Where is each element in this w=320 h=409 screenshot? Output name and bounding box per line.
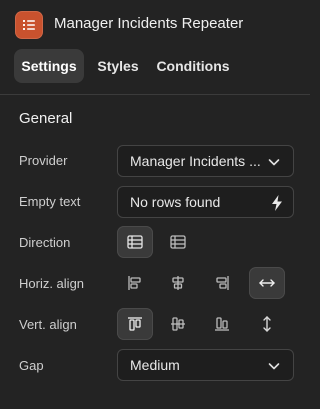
align-center-icon [170,275,186,291]
vert-stretch-button[interactable] [249,308,285,340]
chevron-down-icon [267,359,281,373]
rows-icon [127,235,143,249]
horiz-align-center-button[interactable] [160,267,196,299]
provider-value: Manager Incidents ... [130,153,261,169]
horiz-stretch-button[interactable] [249,267,285,299]
align-bottom-icon [214,316,230,332]
provider-label: Provider [19,153,68,168]
gap-label: Gap [19,358,44,373]
panel-title: Manager Incidents Repeater [54,15,244,32]
horiz-align-left-button[interactable] [117,267,153,299]
tab-styles[interactable]: Styles [90,49,146,83]
direction-rows-button[interactable] [117,226,153,258]
list-icon [15,11,43,39]
vert-align-top-button[interactable] [117,308,153,340]
direction-label: Direction [19,235,71,250]
stretch-horizontal-icon [258,277,276,289]
chevron-down-icon [267,155,281,169]
empty-text-label: Empty text [19,194,81,209]
provider-select[interactable]: Manager Incidents ... [117,145,294,177]
vert-align-label: Vert. align [19,317,77,332]
horiz-align-right-button[interactable] [204,267,240,299]
panel-header: Manager Incidents Repeater [0,0,310,50]
section-title-general: General [19,110,73,127]
horiz-align-label: Horiz. align [19,276,85,291]
vert-align-bottom-button[interactable] [204,308,240,340]
empty-text-input[interactable]: No rows found [117,186,294,218]
align-right-icon [214,275,230,291]
empty-text-value: No rows found [130,194,221,210]
stretch-vertical-icon [261,315,273,333]
gap-select[interactable]: Medium [117,349,294,381]
divider [0,94,310,95]
gap-value: Medium [130,357,180,373]
align-middle-icon [170,316,186,332]
tab-conditions[interactable]: Conditions [152,49,234,83]
columns-icon [170,235,186,249]
align-top-icon [127,316,143,332]
align-left-icon [127,275,143,291]
vert-align-middle-button[interactable] [160,308,196,340]
lightning-icon[interactable] [269,194,285,212]
tab-settings[interactable]: Settings [14,49,84,83]
tab-bar: Settings Styles Conditions [0,47,310,87]
direction-columns-button[interactable] [160,226,196,258]
